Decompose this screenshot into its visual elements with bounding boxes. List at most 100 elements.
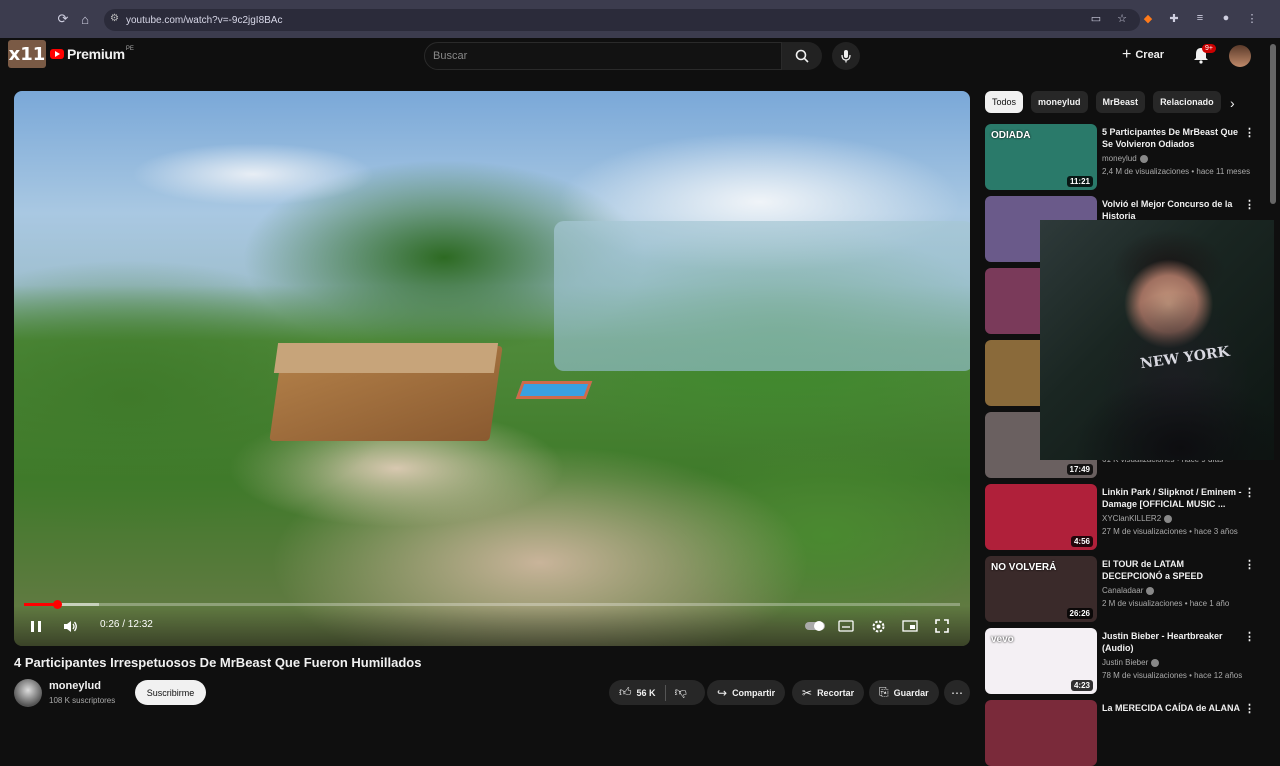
recommendation-channel-name: Justin Bieber: [1102, 658, 1149, 667]
video-duration: 11:21: [1066, 176, 1093, 187]
video-player[interactable]: 0:26 / 12:32: [14, 91, 970, 646]
logo-premium-text: Premium: [67, 46, 125, 62]
thumbnail-caption: ODIADA: [991, 130, 1031, 141]
recommendation-item[interactable]: NO VOLVERÁ 26:26 El TOUR de LATAM DECEPCIO…: [985, 556, 1265, 622]
profile-icon[interactable]: ●: [1218, 10, 1234, 26]
recommendation-channel[interactable]: moneylud: [1102, 154, 1148, 163]
miniplayer-icon: [902, 620, 918, 632]
microphone-icon: [841, 50, 851, 63]
chip-relacionado[interactable]: Relacionado: [1153, 91, 1221, 113]
plus-icon: +: [1122, 46, 1132, 63]
like-dislike-group: 👍︎ 56 K 👎︎: [609, 680, 705, 705]
save-button[interactable]: ⎘ Guardar: [869, 680, 939, 705]
media-control-icon[interactable]: ≡: [1192, 10, 1208, 26]
recommendation-title[interactable]: 5 Participantes De MrBeast Que Se Volvie…: [1102, 126, 1242, 150]
video-frame-roof: [273, 343, 499, 373]
more-vertical-icon[interactable]: ⋮: [1244, 702, 1255, 715]
account-avatar[interactable]: [1229, 45, 1251, 67]
save-label: Guardar: [893, 687, 929, 698]
dislike-icon[interactable]: 👎︎: [675, 685, 687, 700]
reload-icon[interactable]: ⟳: [52, 8, 74, 30]
recommendation-thumbnail[interactable]: NO VOLVERÁ 26:26: [985, 556, 1097, 622]
address-bar[interactable]: ⚙ youtube.com/watch?v=-9c2jgI8BAc: [104, 9, 1140, 31]
more-vertical-icon[interactable]: ⋮: [1244, 558, 1255, 571]
recommendation-thumbnail[interactable]: [985, 700, 1097, 766]
recommendation-thumbnail[interactable]: 4:56: [985, 484, 1097, 550]
search-input[interactable]: Buscar: [424, 42, 782, 70]
recommendation-channel[interactable]: Canaladaar: [1102, 586, 1155, 595]
page-scrollbar[interactable]: [1270, 44, 1276, 204]
search-placeholder: Buscar: [433, 50, 468, 62]
recommendation-channel[interactable]: Justin Bieber: [1102, 658, 1160, 667]
extension-icons: ▭ ☆ ◆ ✚ ≡ ● ⋮: [1088, 10, 1260, 26]
chip-moneylud[interactable]: moneylud: [1031, 91, 1088, 113]
volume-button[interactable]: [60, 616, 80, 636]
recommendation-title[interactable]: La MERECIDA CAÍDA de ALANA: [1102, 702, 1242, 714]
thumbnail-caption: vevo: [991, 634, 1014, 645]
create-button[interactable]: + Crear: [1122, 46, 1164, 64]
browser-toolbar: ⟳ ⌂ ⚙ youtube.com/watch?v=-9c2jgI8BAc ▭ …: [0, 0, 1280, 38]
more-vertical-icon[interactable]: ⋮: [1244, 630, 1255, 643]
search-icon: [795, 49, 809, 63]
miniplayer-button[interactable]: [900, 616, 920, 636]
recommendation-channel[interactable]: XYClanKILLER2: [1102, 514, 1173, 523]
progress-scrubber[interactable]: [52, 600, 62, 609]
recommendation-title[interactable]: El TOUR de LATAM DECEPCIONÓ a SPEED: [1102, 558, 1242, 582]
filter-chips: Todos moneylud MrBeast Relacionado: [985, 91, 1221, 113]
youtube-logo[interactable]: x11 Premium PE: [8, 40, 134, 68]
chevron-right-icon[interactable]: ›: [1230, 95, 1235, 111]
recommendation-thumbnail[interactable]: ODIADA 11:21: [985, 124, 1097, 190]
like-divider: [664, 684, 666, 701]
recommendation-item[interactable]: ODIADA 11:21 5 Participantes De MrBeast Qu…: [985, 124, 1265, 190]
youtube-play-icon: [50, 49, 64, 59]
site-info-icon[interactable]: ⚙: [110, 13, 119, 24]
share-icon: ↪: [717, 685, 728, 700]
recommendation-title[interactable]: Volvió el Mejor Concurso de la Historia: [1102, 198, 1242, 222]
recommendation-meta: 2,4 M de visualizaciones • hace 11 meses: [1102, 167, 1251, 176]
subscribe-button[interactable]: Suscribirme: [135, 680, 206, 705]
clip-button[interactable]: ✂ Recortar: [792, 680, 865, 705]
recommendation-item[interactable]: La MERECIDA CAÍDA de ALANA ⋮: [985, 700, 1265, 766]
pause-icon: [31, 620, 41, 632]
recommendation-thumbnail[interactable]: vevo 4:23: [985, 628, 1097, 694]
home-icon[interactable]: ⌂: [74, 8, 96, 30]
video-duration: 26:26: [1066, 608, 1093, 619]
extension-fox-icon[interactable]: ◆: [1140, 10, 1156, 26]
recommendation-item[interactable]: vevo 4:23 Justin Bieber - Heartbreaker (Au…: [985, 628, 1265, 694]
more-actions-button[interactable]: ⋯: [944, 680, 970, 705]
subtitles-button[interactable]: [836, 616, 856, 636]
recommendation-title[interactable]: Linkin Park / Slipknot / Eminem - Damage…: [1102, 486, 1242, 510]
like-icon[interactable]: 👍︎: [619, 685, 632, 700]
recommendation-channel-name: Canaladaar: [1102, 586, 1144, 595]
fullscreen-button[interactable]: [932, 616, 952, 636]
extensions-puzzle-icon[interactable]: ✚: [1166, 10, 1182, 26]
hoodie-print: NEW YORK: [1139, 343, 1231, 373]
settings-button[interactable]: [868, 616, 888, 636]
install-app-icon[interactable]: ▭: [1088, 10, 1104, 26]
more-vertical-icon[interactable]: ⋮: [1244, 198, 1255, 211]
search-button[interactable]: [782, 42, 822, 70]
bookmark-star-icon[interactable]: ☆: [1114, 10, 1130, 26]
player-controls: 0:26 / 12:32: [14, 606, 970, 646]
share-button[interactable]: ↪ Compartir: [707, 680, 786, 705]
recommendation-item[interactable]: 4:56 Linkin Park / Slipknot / Eminem - Da…: [985, 484, 1265, 550]
browser-menu-icon[interactable]: ⋮: [1244, 10, 1260, 26]
volume-icon: [63, 620, 77, 632]
chip-mrbeast[interactable]: MrBeast: [1095, 91, 1146, 113]
progress-bar[interactable]: [24, 600, 960, 609]
like-count[interactable]: 56 K: [637, 688, 656, 698]
voice-search-button[interactable]: [832, 42, 860, 70]
channel-name[interactable]: moneylud: [49, 680, 101, 692]
streamer-logo-overlay: x11: [8, 40, 46, 68]
channel-avatar[interactable]: [14, 679, 42, 707]
streamer-webcam-overlay: NEW YORK: [1040, 220, 1274, 460]
chip-todos[interactable]: Todos: [985, 91, 1024, 113]
recommendation-title[interactable]: Justin Bieber - Heartbreaker (Audio): [1102, 630, 1242, 654]
pause-button[interactable]: [26, 616, 46, 636]
video-frame-sea: [554, 221, 970, 371]
recommendation-channel-name: XYClanKILLER2: [1102, 514, 1162, 523]
more-vertical-icon[interactable]: ⋮: [1244, 486, 1255, 499]
autoplay-toggle[interactable]: [804, 616, 826, 636]
progress-played: [24, 603, 57, 606]
more-vertical-icon[interactable]: ⋮: [1244, 126, 1255, 139]
